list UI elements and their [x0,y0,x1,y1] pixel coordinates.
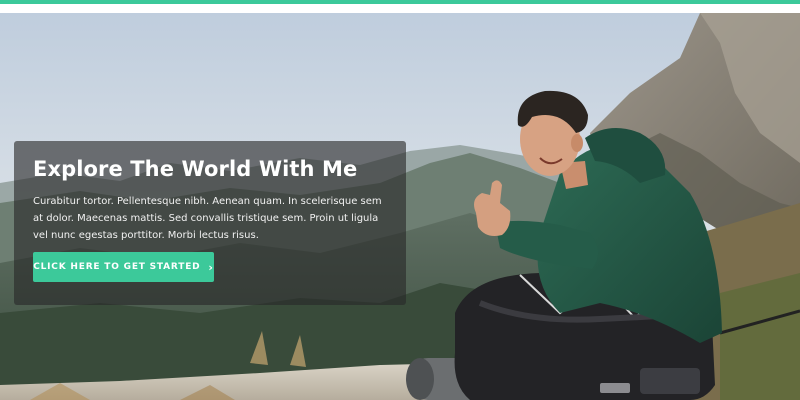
hero-overlay-card: Explore The World With Me Curabitur tort… [14,141,406,305]
get-started-button-label: CLICK HERE TO GET STARTED [33,262,201,272]
page: Explore The World With Me Curabitur tort… [0,0,800,400]
hero-description: Curabitur tortor. Pellentesque nibh. Aen… [33,196,382,241]
hero-title: Explore The World With Me [33,157,358,181]
hero-section: Explore The World With Me Curabitur tort… [0,13,800,400]
chevron-right-icon: › [208,260,214,274]
top-accent-bar [0,0,800,4]
get-started-button[interactable]: CLICK HERE TO GET STARTED › [33,252,214,282]
